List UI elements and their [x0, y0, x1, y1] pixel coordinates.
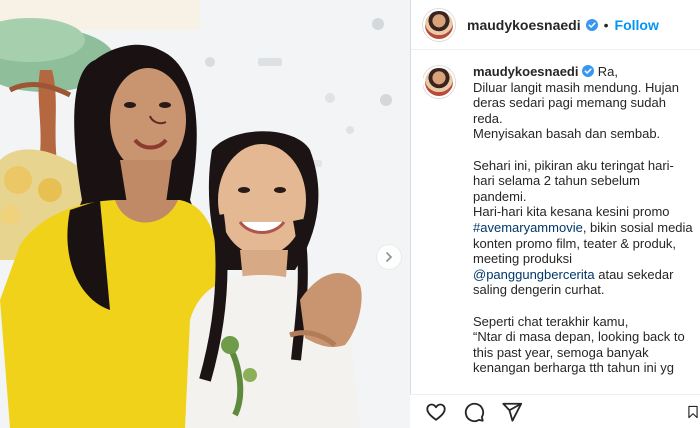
- caption-text-segment: atau sekedar: [594, 266, 674, 282]
- caption-text-segment: Ra,: [597, 64, 618, 79]
- post-header: maudykoesnaedi • Follow: [411, 0, 700, 50]
- post-side-panel: maudykoesnaedi • Follow maudykoesnaedi R…: [410, 0, 700, 428]
- share-button[interactable]: [500, 400, 524, 424]
- caption-line: reda.: [473, 110, 503, 126]
- post-photo[interactable]: [0, 0, 410, 428]
- comment-icon: [464, 402, 485, 422]
- caption-line: deras sedari pagi memang sudah: [473, 95, 666, 111]
- caption-line: Diluar langit masih mendung. Hujan: [473, 79, 679, 95]
- caption-line: saling dengerin curhat.: [473, 282, 605, 298]
- caption-text: maudykoesnaedi Ra, Diluar langit masih m…: [473, 64, 699, 376]
- caption-line: Hari-hari kita kesana kesini promo: [473, 204, 670, 220]
- caption-line: pandemi.: [473, 188, 527, 204]
- caption-avatar[interactable]: [423, 66, 455, 98]
- caption-line: maudykoesnaedi Ra,: [473, 64, 699, 80]
- separator-dot: •: [603, 16, 609, 33]
- caption-line: #avemaryammovie, bikin sosial media: [473, 220, 699, 236]
- caption-line: kenangan berharga tth tahun ini yg: [473, 360, 674, 376]
- verified-badge-icon: [585, 18, 598, 31]
- verified-badge-icon: [582, 65, 595, 77]
- hashtag-link[interactable]: #avemaryammovie: [473, 220, 583, 235]
- caption: maudykoesnaedi Ra, Diluar langit masih m…: [423, 64, 699, 394]
- caption-line: meeting produksi: [473, 251, 572, 267]
- save-button[interactable]: [686, 400, 700, 424]
- like-button[interactable]: [424, 400, 448, 424]
- share-icon: [502, 402, 523, 422]
- caption-line: “Ntar di masa depan, looking back to: [473, 329, 685, 345]
- mention-link[interactable]: @panggungbercerita: [473, 267, 595, 282]
- caption-line: hari selama 2 tahun sebelum: [473, 173, 640, 189]
- caption-line: Menyisakan basah dan sembab.: [473, 126, 661, 142]
- follow-button[interactable]: Follow: [615, 17, 659, 33]
- action-bar: [410, 394, 700, 428]
- caption-text-segment: , bikin sosial media: [582, 219, 693, 235]
- heart-icon: [426, 403, 446, 421]
- next-photo-button[interactable]: [376, 244, 402, 270]
- avatar[interactable]: [423, 8, 455, 41]
- caption-line: this past year, semoga banyak: [473, 344, 649, 360]
- caption-line: Seperti chat terakhir kamu,: [473, 313, 629, 329]
- caption-line: Sehari ini, pikiran aku teringat hari-: [473, 157, 674, 173]
- chevron-right-icon: [386, 252, 393, 262]
- caption-username[interactable]: maudykoesnaedi: [473, 64, 579, 79]
- comment-button[interactable]: [462, 400, 486, 424]
- photo-illustration: [0, 0, 410, 428]
- caption-line: @panggungbercerita atau sekedar: [473, 267, 699, 283]
- header-username[interactable]: maudykoesnaedi: [467, 17, 581, 33]
- bookmark-icon: [688, 405, 698, 418]
- caption-line: konten promo film, teater & produk,: [473, 235, 677, 251]
